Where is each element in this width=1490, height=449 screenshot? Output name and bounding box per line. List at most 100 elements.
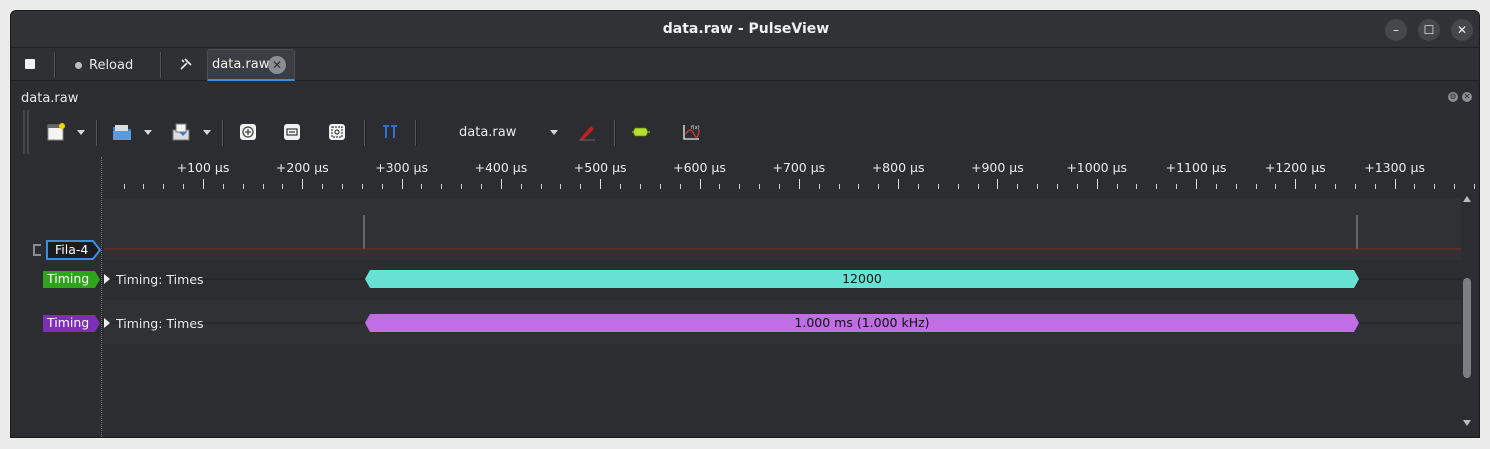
close-icon[interactable]: ✕ <box>1451 19 1473 41</box>
separator <box>364 120 366 146</box>
ruler-major-tick <box>1295 179 1297 189</box>
ruler-major-tick <box>500 179 502 189</box>
ruler-major-tick <box>798 179 800 189</box>
ruler-tick-label: +500 µs <box>573 160 627 175</box>
ruler-tick-label: +100 µs <box>176 160 230 175</box>
ruler-major-tick <box>203 179 204 189</box>
ruler-major-tick <box>997 179 999 189</box>
scrollbar-thumb[interactable] <box>1463 278 1471 378</box>
ruler-major-tick <box>1394 179 1396 189</box>
ruler-minor-tick <box>520 184 522 189</box>
ruler-minor-tick <box>1136 184 1138 189</box>
ruler-minor-tick <box>639 184 641 189</box>
decoder-row-title-1: Timing: Times <box>116 272 204 287</box>
ruler-minor-tick <box>937 184 939 189</box>
save-file-icon[interactable] <box>171 122 191 142</box>
minimize-icon[interactable]: – <box>1385 19 1407 41</box>
ruler-tick-label: +200 µs <box>275 160 329 175</box>
ruler-minor-tick <box>361 184 363 189</box>
annotation-value-1: 12000 <box>842 271 882 286</box>
ruler-minor-tick <box>580 184 582 189</box>
reload-button[interactable]: Reload <box>75 56 133 74</box>
annotation-value-2: 1.000 ms (1.000 kHz) <box>794 315 930 330</box>
scroll-up-icon[interactable] <box>1463 196 1471 202</box>
ruler-minor-tick <box>143 184 145 189</box>
ruler-minor-tick <box>1056 184 1058 189</box>
ruler-minor-tick <box>1215 184 1217 189</box>
zoom-in-icon[interactable] <box>238 122 258 142</box>
ruler-minor-tick <box>222 184 224 189</box>
ruler-minor-tick <box>342 184 344 189</box>
ruler-minor-tick <box>818 184 820 189</box>
settings-wrench-icon[interactable] <box>179 57 193 71</box>
ruler-minor-tick <box>838 184 840 189</box>
ruler-minor-tick <box>878 184 880 189</box>
new-view-icon[interactable] <box>46 122 66 142</box>
ruler-minor-tick <box>1354 184 1356 189</box>
ruler-minor-tick <box>1434 184 1436 189</box>
decoder-expand-icon[interactable] <box>104 274 110 284</box>
device-combo[interactable]: data.raw <box>459 125 516 140</box>
math-channel-icon[interactable]: f(x) <box>681 122 701 142</box>
new-view-dropdown-icon[interactable] <box>77 130 85 135</box>
zoom-out-icon[interactable] <box>282 122 302 142</box>
dock-close-icon[interactable]: ✕ <box>1462 92 1472 102</box>
ruler-minor-tick <box>1454 184 1456 189</box>
window-title: data.raw - PulseView <box>662 21 830 37</box>
decoder-expand-icon[interactable] <box>104 318 110 328</box>
ruler-major-tick <box>1196 179 1197 189</box>
dock-title: data.raw <box>21 91 79 106</box>
ruler-minor-tick <box>163 184 165 189</box>
ruler-tick-label: +1000 µs <box>1066 160 1128 175</box>
maximize-icon[interactable]: ☐ <box>1418 19 1440 41</box>
toolbar-grip[interactable] <box>23 110 29 154</box>
title-bar: data.raw - PulseView – ☐ ✕ <box>11 11 1479 48</box>
channel-label-fila-4[interactable]: Fila-4 <box>47 242 88 259</box>
save-dropdown-icon[interactable] <box>203 130 211 135</box>
ruler-minor-tick <box>977 184 979 189</box>
stop-icon[interactable] <box>25 59 35 69</box>
ruler-tick-label: +600 µs <box>673 160 726 175</box>
decoder-icon[interactable] <box>631 122 651 142</box>
open-dropdown-icon[interactable] <box>144 130 152 135</box>
channel-enable-icon[interactable] <box>32 243 44 257</box>
decoder-tag-2[interactable]: Timing <box>43 316 89 331</box>
ruler-minor-tick <box>1255 184 1257 189</box>
ruler-minor-tick <box>1076 184 1078 189</box>
tab-close-icon[interactable]: ✕ <box>268 56 286 74</box>
ruler-minor-tick <box>1374 184 1376 189</box>
device-combo-arrow-icon[interactable] <box>550 130 558 135</box>
ruler-minor-tick <box>679 184 681 189</box>
ruler-minor-tick <box>1116 184 1118 189</box>
ruler-minor-tick <box>858 184 860 189</box>
decoder-tag-1[interactable]: Timing <box>43 272 89 287</box>
ruler-minor-tick <box>957 184 959 189</box>
vertical-scrollbar[interactable] <box>1461 194 1479 437</box>
ruler-minor-tick <box>1176 184 1178 189</box>
ruler-minor-tick <box>540 184 542 189</box>
ruler-minor-tick <box>441 184 443 189</box>
ruler-minor-tick <box>719 184 721 189</box>
ruler-tick-label: +1200 µs <box>1264 160 1326 175</box>
dock-float-icon[interactable]: ⚙ <box>1448 92 1458 102</box>
decoder-row-title-2: Timing: Times <box>116 316 204 331</box>
ruler-major-tick <box>600 179 602 189</box>
reload-label: Reload <box>89 57 134 73</box>
reload-dot-icon <box>75 61 82 69</box>
ruler-minor-tick <box>1156 184 1158 189</box>
ruler-minor-tick <box>481 184 483 189</box>
ruler-minor-tick <box>1235 184 1237 189</box>
tab-data-raw[interactable]: data.raw ✕ <box>207 49 295 81</box>
trace-area[interactable]: Fila-4 Timing Timing: Times 12000 Timing… <box>11 198 1461 437</box>
ruler-major-tick <box>302 179 304 189</box>
open-file-icon[interactable] <box>112 122 132 142</box>
ruler-tick-label: +700 µs <box>772 160 826 175</box>
zoom-fit-icon[interactable] <box>327 122 347 142</box>
scroll-down-icon[interactable] <box>1463 420 1471 426</box>
separator <box>614 120 616 146</box>
main-toolbar: data.raw f(x) <box>11 110 1479 156</box>
time-ruler[interactable]: +100 µs +200 µs +300 µs +400 µs +500 µs +600 … <box>11 156 1479 198</box>
device-config-icon[interactable] <box>577 122 597 142</box>
ruler-minor-tick <box>1474 184 1476 189</box>
cursors-icon[interactable] <box>380 122 400 142</box>
